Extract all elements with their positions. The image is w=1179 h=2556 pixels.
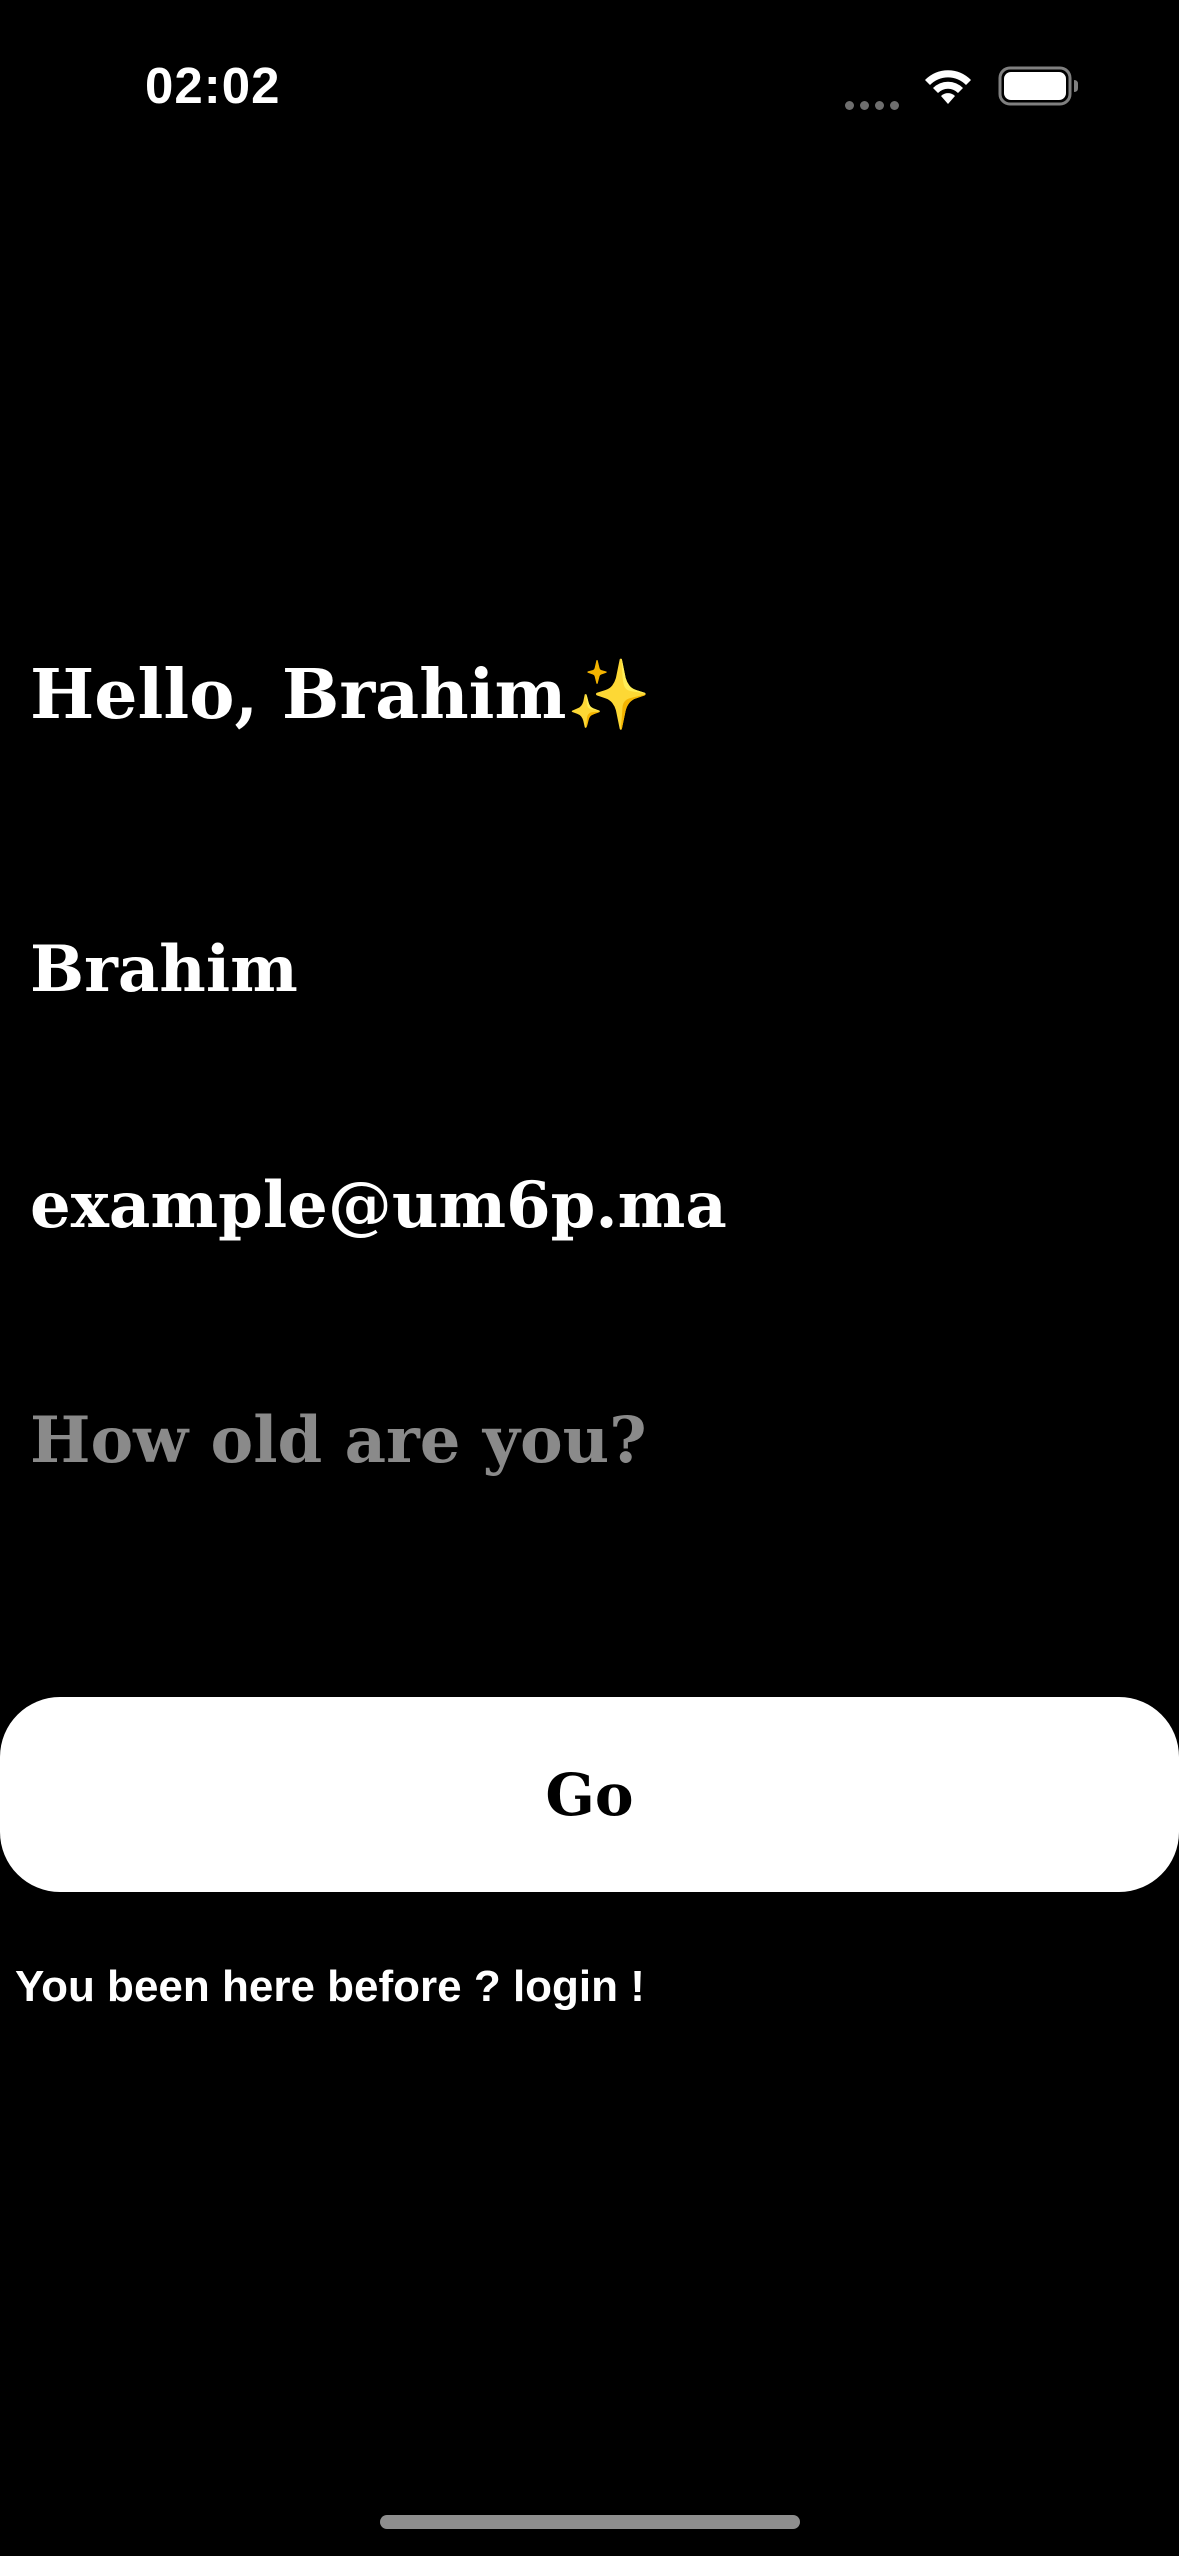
go-button[interactable]: Go bbox=[0, 1697, 1179, 1892]
email-field[interactable] bbox=[30, 1168, 1140, 1243]
signal-dots-icon bbox=[845, 95, 905, 110]
age-field[interactable] bbox=[30, 1403, 1140, 1478]
greeting-title: Hello, Brahim✨ bbox=[30, 655, 652, 735]
name-field[interactable] bbox=[30, 932, 1140, 1007]
home-indicator bbox=[380, 2515, 800, 2529]
wifi-icon bbox=[923, 66, 973, 110]
status-time: 02:02 bbox=[145, 57, 281, 114]
status-bar: 02:02 bbox=[0, 0, 1179, 150]
login-link[interactable]: You been here before ? login ! bbox=[15, 1962, 645, 2012]
battery-icon bbox=[998, 66, 1080, 110]
